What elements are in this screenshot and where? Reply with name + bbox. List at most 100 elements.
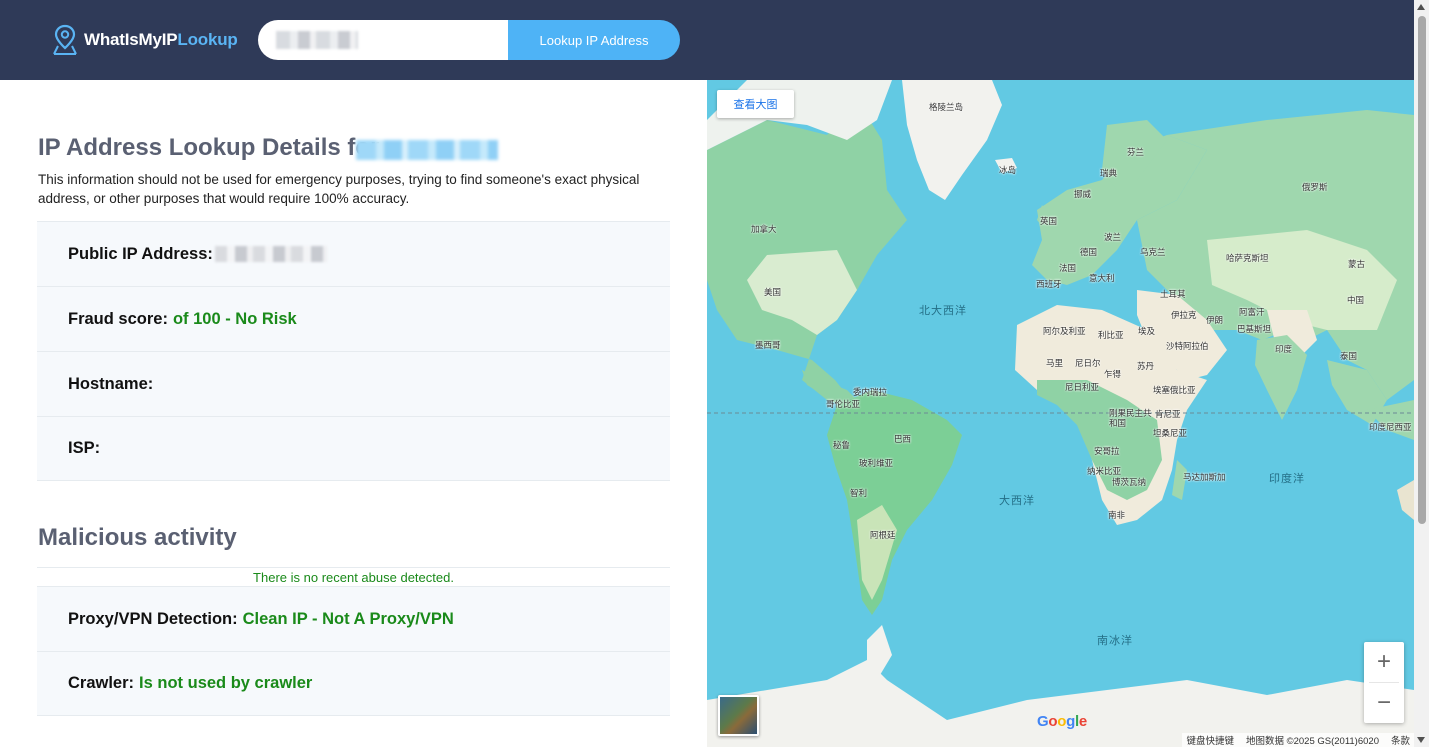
place-label: 阿根廷 bbox=[870, 530, 896, 540]
place-label: 芬兰 bbox=[1127, 147, 1145, 157]
place-label: 安哥拉 bbox=[1094, 446, 1120, 456]
lookup-ip-button[interactable]: Lookup IP Address bbox=[508, 20, 680, 60]
row-label: Crawler: bbox=[68, 674, 135, 692]
page-scrollbar[interactable] bbox=[1414, 0, 1429, 747]
place-label: 土耳其 bbox=[1160, 289, 1186, 299]
place-label: 尼日尔 bbox=[1075, 358, 1101, 368]
row-value: Is not used by crawler bbox=[139, 674, 313, 692]
row-value: of 100 - No Risk bbox=[172, 309, 297, 328]
place-label: 俄罗斯 bbox=[1302, 182, 1328, 192]
ocean-label: 南冰洋 bbox=[1097, 635, 1133, 647]
disclaimer-text: This information should not be used for … bbox=[38, 172, 640, 206]
map-attribution: 键盘快捷键 地图数据 ©2025 GS(2011)6020 条款 bbox=[1182, 733, 1414, 747]
row-fraud-score: Fraud score: of 100 - No Risk bbox=[37, 286, 670, 351]
place-label: 泰国 bbox=[1340, 351, 1358, 361]
site-logo[interactable]: WhatIsMyIPLookup bbox=[50, 24, 238, 56]
location-map[interactable]: 北大西洋 大西洋 南冰洋 印度洋 格陵兰岛 冰岛 芬兰 瑞典 挪威 俄罗斯 英国… bbox=[707, 80, 1414, 747]
scroll-down-arrow-icon[interactable] bbox=[1417, 737, 1425, 743]
page-title: IP Address Lookup Details for bbox=[38, 134, 380, 161]
row-value: Clean IP - Not A Proxy/VPN bbox=[242, 609, 454, 628]
row-isp: ISP: bbox=[37, 416, 670, 481]
place-label: 瑞典 bbox=[1100, 168, 1118, 178]
place-label: 坦桑尼亚 bbox=[1153, 428, 1188, 438]
redacted-ip bbox=[276, 31, 358, 49]
row-public-ip: Public IP Address: bbox=[37, 221, 670, 286]
place-label: 印度尼西亚 bbox=[1369, 422, 1412, 432]
location-pin-icon bbox=[53, 24, 77, 55]
keyboard-shortcuts-link[interactable]: 键盘快捷键 bbox=[1186, 733, 1234, 747]
details-table: Public IP Address: Fraud score: of 100 -… bbox=[37, 221, 670, 481]
row-crawler: Crawler: Is not used by crawler bbox=[37, 651, 670, 716]
place-label: 美国 bbox=[764, 287, 782, 297]
place-label: 法国 bbox=[1059, 263, 1077, 273]
row-label: Public IP Address: bbox=[68, 244, 213, 263]
place-label: 蒙古 bbox=[1348, 259, 1366, 269]
redacted-ip bbox=[214, 246, 327, 262]
place-label: 冰岛 bbox=[999, 165, 1017, 175]
place-label: 沙特阿拉伯 bbox=[1166, 341, 1209, 351]
place-label: 乌克兰 bbox=[1140, 247, 1166, 257]
google-logo: Google bbox=[1037, 713, 1087, 730]
view-large-map-button[interactable]: 查看大图 bbox=[717, 90, 794, 118]
place-label: 尼日利亚 bbox=[1065, 382, 1100, 392]
place-label: 智利 bbox=[850, 488, 868, 498]
place-label: 阿尔及利亚 bbox=[1043, 326, 1086, 336]
place-label: 乍得 bbox=[1104, 369, 1122, 379]
place-label: 英国 bbox=[1040, 216, 1058, 226]
place-label: 阿富汗 bbox=[1239, 307, 1265, 317]
scroll-up-arrow-icon[interactable] bbox=[1417, 4, 1425, 10]
ip-search-form: Lookup IP Address bbox=[258, 20, 680, 60]
place-label: 德国 bbox=[1080, 247, 1098, 257]
place-label: 南非 bbox=[1108, 510, 1126, 520]
place-label: 加拿大 bbox=[751, 224, 777, 234]
place-label: 马里 bbox=[1046, 358, 1064, 368]
place-label: 伊朗 bbox=[1206, 315, 1224, 325]
place-label: 秘鲁 bbox=[833, 440, 851, 450]
map-data-text: 地图数据 ©2025 GS(2011)6020 bbox=[1245, 736, 1379, 747]
row-proxy-vpn: Proxy/VPN Detection: Clean IP - Not A Pr… bbox=[37, 586, 670, 651]
site-header: WhatIsMyIPLookup Lookup IP Address bbox=[0, 0, 1414, 80]
place-label: 玻利维亚 bbox=[859, 458, 894, 468]
divider bbox=[37, 567, 670, 568]
row-label: ISP: bbox=[68, 439, 101, 457]
place-label: 格陵兰岛 bbox=[929, 102, 964, 112]
ocean-label: 北大西洋 bbox=[919, 305, 967, 317]
place-label: 哈萨克斯坦 bbox=[1226, 253, 1269, 263]
redacted-ip bbox=[356, 140, 498, 160]
place-label: 中国 bbox=[1347, 295, 1365, 305]
place-label: 伊拉克 bbox=[1171, 310, 1197, 320]
zoom-out-button[interactable]: − bbox=[1364, 683, 1404, 723]
ocean-label: 印度洋 bbox=[1269, 473, 1305, 485]
zoom-control: + − bbox=[1364, 642, 1404, 723]
row-label: Fraud score: bbox=[68, 309, 168, 328]
section-title-malicious: Malicious activity bbox=[38, 524, 237, 551]
place-label: 刚果民主共和国 bbox=[1109, 408, 1152, 428]
place-label: 巴西 bbox=[894, 434, 912, 444]
place-label: 委内瑞拉 bbox=[853, 387, 888, 397]
place-label: 印度 bbox=[1275, 344, 1293, 354]
row-label: Proxy/VPN Detection: bbox=[68, 609, 238, 628]
place-label: 博茨瓦纳 bbox=[1112, 477, 1147, 487]
satellite-view-toggle[interactable] bbox=[718, 695, 759, 736]
place-label: 利比亚 bbox=[1098, 330, 1124, 340]
place-label: 西班牙 bbox=[1036, 279, 1062, 289]
place-label: 埃塞俄比亚 bbox=[1153, 385, 1196, 395]
place-label: 哥伦比亚 bbox=[826, 399, 861, 409]
zoom-in-button[interactable]: + bbox=[1364, 642, 1404, 682]
place-label: 苏丹 bbox=[1137, 361, 1155, 371]
place-label: 墨西哥 bbox=[755, 340, 781, 350]
scrollbar-thumb[interactable] bbox=[1418, 16, 1426, 524]
row-hostname: Hostname: bbox=[37, 351, 670, 416]
place-label: 巴基斯坦 bbox=[1237, 324, 1272, 334]
row-label: Hostname: bbox=[68, 374, 154, 393]
ocean-label: 大西洋 bbox=[999, 495, 1035, 507]
place-label: 马达加斯加 bbox=[1183, 472, 1226, 482]
place-label: 肯尼亚 bbox=[1155, 409, 1181, 419]
abuse-status-text: There is no recent abuse detected. bbox=[253, 570, 454, 585]
place-label: 挪威 bbox=[1074, 189, 1092, 199]
malicious-table: Proxy/VPN Detection: Clean IP - Not A Pr… bbox=[37, 586, 670, 716]
terms-link[interactable]: 条款 bbox=[1391, 733, 1410, 747]
place-label: 埃及 bbox=[1138, 326, 1156, 336]
logo-text: WhatIsMyIPLookup bbox=[84, 30, 238, 49]
place-label: 意大利 bbox=[1089, 273, 1115, 283]
